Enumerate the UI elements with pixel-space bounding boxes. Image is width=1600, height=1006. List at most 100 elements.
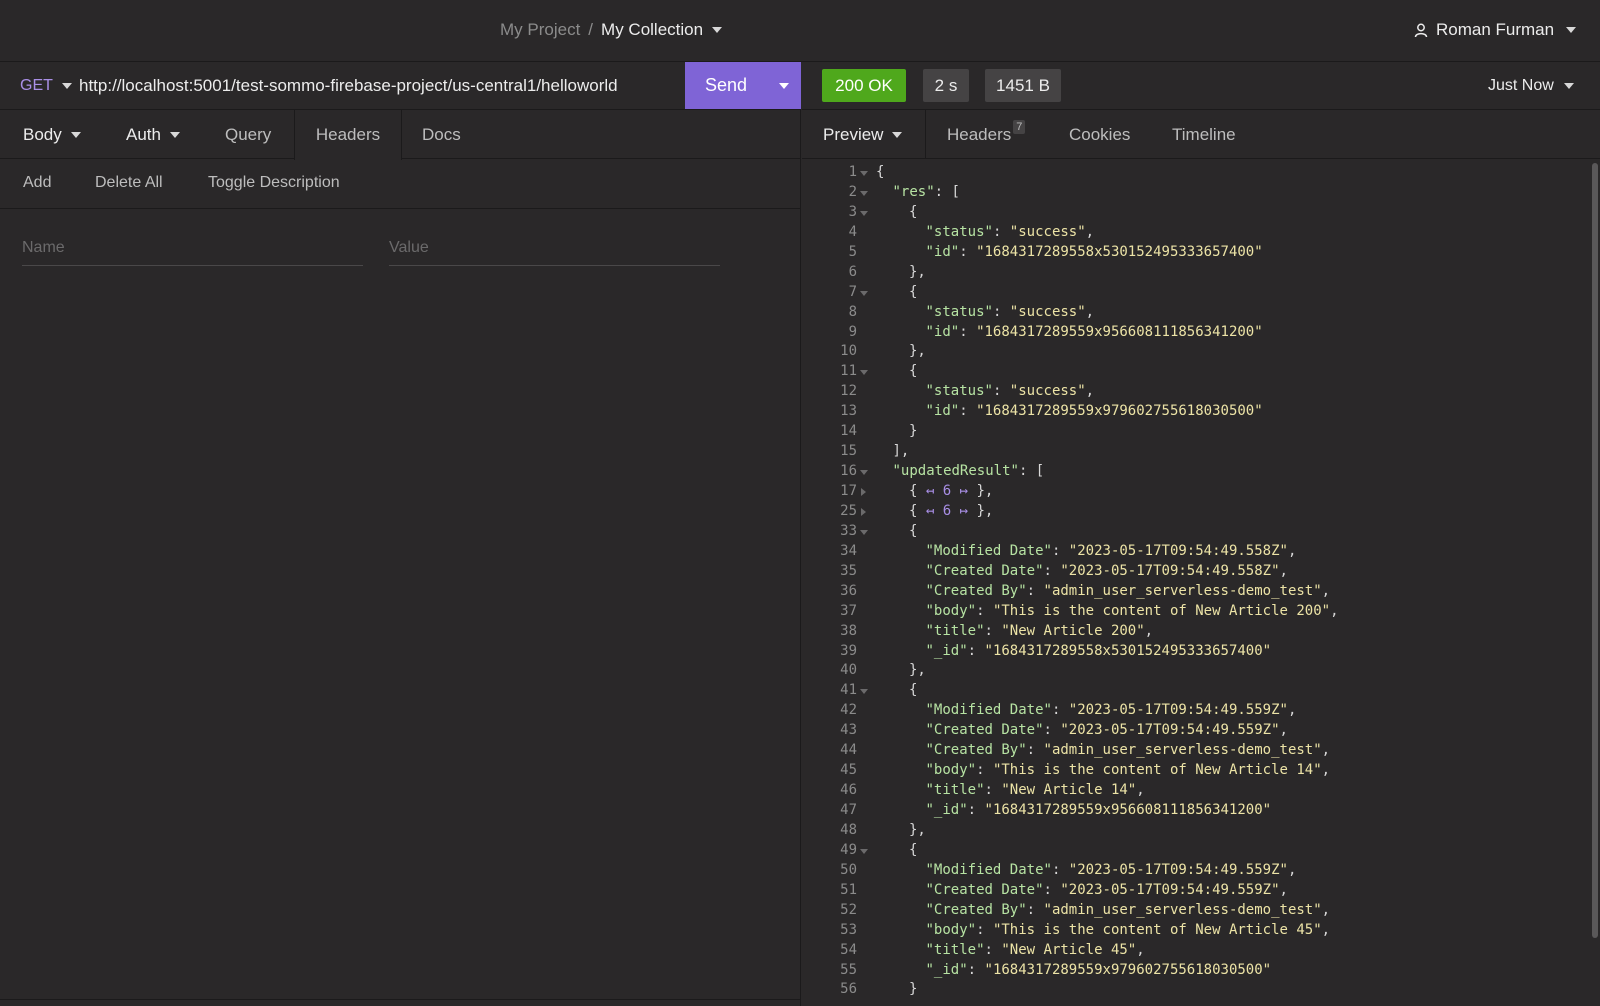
fold-open-icon[interactable] xyxy=(860,848,868,854)
json-key: "_id" xyxy=(925,961,968,978)
json-punctuation: : xyxy=(967,802,985,818)
fold-closed-icon[interactable] xyxy=(861,507,866,516)
line-number: 16 xyxy=(840,463,857,480)
json-string: "New Article 14" xyxy=(1001,782,1137,799)
pane-divider xyxy=(0,999,801,1000)
request-tabs: Body Auth Query Headers Docs xyxy=(0,110,801,160)
line-number: 15 xyxy=(840,443,857,460)
tab-cookies[interactable]: Cookies xyxy=(1069,110,1130,159)
method-chevron-down-icon xyxy=(61,83,72,89)
send-button[interactable]: Send xyxy=(685,75,767,96)
code-text: ], xyxy=(893,442,910,462)
response-body-viewer[interactable]: 1{2 "res": [3{4 "status": "success", 5 "id":… xyxy=(802,163,1592,1006)
json-punctuation: { xyxy=(909,203,918,220)
code-line: 44 "Created By": "admin_user_serverless-d… xyxy=(802,741,1592,761)
breadcrumb-project[interactable]: My Project xyxy=(500,20,580,40)
top-bar: My Project / My Collection Roman Furman xyxy=(0,0,1600,62)
auth-chevron-down-icon xyxy=(169,131,180,138)
status-badge: 200 OK xyxy=(822,69,906,102)
fold-open-icon[interactable] xyxy=(860,171,868,176)
fold-open-icon[interactable] xyxy=(860,290,868,296)
code-line: 9 "id": "1684317289559x956608111856341200… xyxy=(802,323,1592,343)
json-string: "admin_user_serverless-demo_test" xyxy=(1043,901,1322,918)
json-key: "status" xyxy=(925,223,993,240)
tab-auth[interactable]: Auth xyxy=(126,110,180,159)
code-line: 35 "Created Date": "2023-05-17T09:54:49.5… xyxy=(802,562,1592,582)
tab-cookies-label: Cookies xyxy=(1069,124,1131,144)
code-line: 2 "res": [ xyxy=(802,183,1592,203)
breadcrumb-collection[interactable]: My Collection xyxy=(601,20,703,40)
fold-open-icon[interactable] xyxy=(860,689,868,695)
send-options-button[interactable] xyxy=(767,82,801,89)
header-value-input[interactable] xyxy=(389,230,720,266)
tab-response-headers[interactable]: Headers 7 xyxy=(947,110,1026,159)
fold-open-icon[interactable] xyxy=(860,210,868,216)
line-number: 12 xyxy=(840,383,857,400)
json-punctuation: : xyxy=(1026,901,1044,918)
url-input[interactable]: http://localhost:5001/test-sommo-firebas… xyxy=(79,76,618,96)
line-number: 36 xyxy=(840,582,857,599)
tab-timeline[interactable]: Timeline xyxy=(1172,110,1236,159)
tab-body[interactable]: Body xyxy=(23,110,81,159)
code-line: 14} xyxy=(802,422,1592,442)
tab-query[interactable]: Query xyxy=(225,110,271,159)
json-string: "admin_user_serverless-demo_test" xyxy=(1043,582,1322,599)
code-line: 1{ xyxy=(802,163,1592,183)
json-key: "_id" xyxy=(925,802,968,818)
json-punctuation: , xyxy=(1279,722,1288,739)
json-punctuation: }, xyxy=(909,263,926,280)
json-key: "Modified Date" xyxy=(925,542,1052,559)
code-text: "Created By": "admin_user_serverless-dem… xyxy=(926,582,1331,602)
code-line: 50 "Modified Date": "2023-05-17T09:54:49.… xyxy=(802,861,1592,881)
code-line: 34 "Modified Date": "2023-05-17T09:54:49.… xyxy=(802,542,1592,562)
fold-closed-icon[interactable] xyxy=(861,488,866,496)
method-select[interactable]: GET xyxy=(20,77,72,95)
code-text: "Modified Date": "2023-05-17T09:54:49.55… xyxy=(926,701,1297,721)
tab-preview-label: Preview xyxy=(823,124,884,144)
code-text: "id": "1684317289558x530152495333657400" xyxy=(926,243,1263,263)
response-history-dropdown[interactable]: Just Now xyxy=(1488,77,1574,95)
tab-docs[interactable]: Docs xyxy=(422,110,461,159)
json-punctuation: , xyxy=(1136,782,1145,799)
preview-chevron-down-icon xyxy=(892,131,903,138)
collapsed-marker[interactable]: ↤ 6 ↦ xyxy=(926,483,968,499)
delete-all-button[interactable]: Delete All xyxy=(95,174,163,192)
fold-open-icon[interactable] xyxy=(860,190,868,196)
json-punctuation: { xyxy=(909,502,926,519)
add-header-button[interactable]: Add xyxy=(23,174,51,192)
json-punctuation: { xyxy=(876,164,885,180)
code-text: { xyxy=(909,841,917,861)
json-punctuation: : xyxy=(1026,742,1044,759)
fold-open-icon[interactable] xyxy=(860,370,868,376)
json-string: "success" xyxy=(1009,303,1086,320)
user-menu[interactable]: Roman Furman xyxy=(1414,20,1577,40)
line-number: 42 xyxy=(840,702,857,719)
json-key: "title" xyxy=(925,782,985,799)
response-scrollbar[interactable] xyxy=(1592,163,1598,938)
line-number: 14 xyxy=(840,423,857,440)
collapsed-marker[interactable]: ↤ 6 ↦ xyxy=(926,503,968,519)
code-text: "status": "success", xyxy=(926,382,1095,402)
line-number: 6 xyxy=(848,263,857,280)
line-number: 13 xyxy=(840,403,857,420)
json-punctuation: , xyxy=(1321,742,1331,759)
line-number: 34 xyxy=(840,542,857,559)
fold-open-icon[interactable] xyxy=(860,529,868,535)
toggle-description-button[interactable]: Toggle Description xyxy=(208,174,340,192)
json-punctuation: : xyxy=(1043,562,1061,579)
tab-preview[interactable]: Preview xyxy=(802,110,926,159)
json-punctuation: }, xyxy=(909,662,926,679)
collection-chevron-down-icon[interactable] xyxy=(712,27,723,33)
tab-headers[interactable]: Headers xyxy=(294,110,402,160)
json-punctuation: }, xyxy=(909,343,926,360)
code-text: } xyxy=(909,422,917,442)
tab-auth-label: Auth xyxy=(126,124,161,144)
json-key: "id" xyxy=(925,403,960,420)
fold-open-icon[interactable] xyxy=(860,470,868,476)
json-string: "1684317289558x530152495333657400" xyxy=(984,642,1272,659)
code-line: 4 "status": "success", xyxy=(802,223,1592,243)
line-number: 53 xyxy=(840,921,857,938)
header-name-input[interactable] xyxy=(22,230,363,266)
json-punctuation: , xyxy=(1287,861,1297,878)
json-string: "2023-05-17T09:54:49.559Z" xyxy=(1068,861,1288,878)
